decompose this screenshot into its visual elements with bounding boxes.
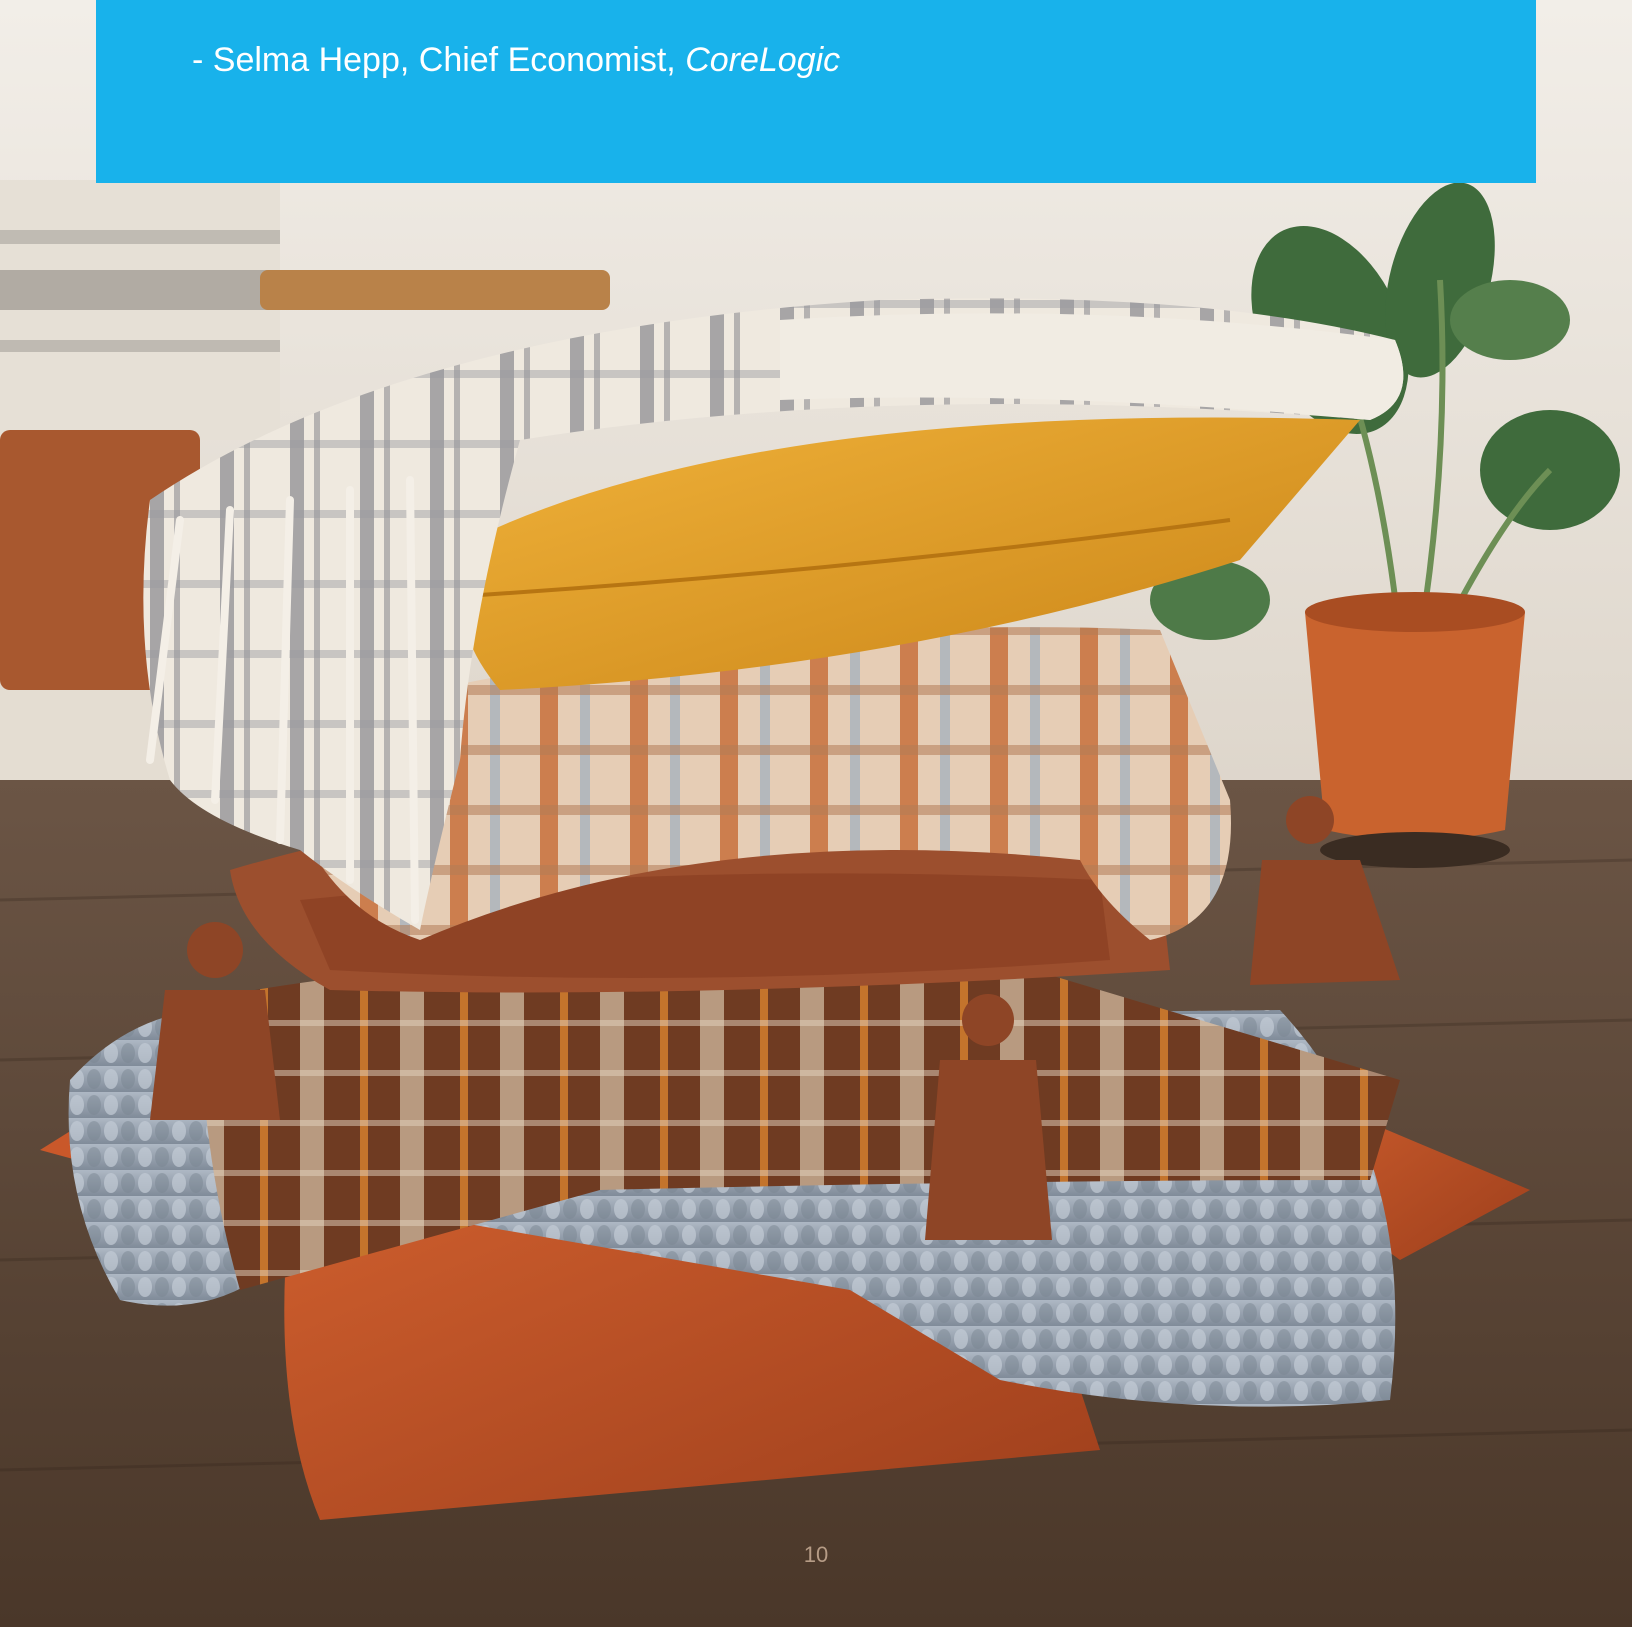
quote-box: [96, 0, 1536, 183]
attribution-name: - Selma Hepp, Chief Economist,: [192, 41, 686, 79]
slide: - Selma Hepp, Chief Economist, CoreLogic…: [0, 0, 1632, 1627]
quote-attribution: - Selma Hepp, Chief Economist, CoreLogic: [192, 36, 840, 84]
cozy-blankets-photo: [0, 0, 1632, 1627]
page-number: 10: [803, 1542, 829, 1567]
attribution-company: CoreLogic: [685, 41, 841, 79]
